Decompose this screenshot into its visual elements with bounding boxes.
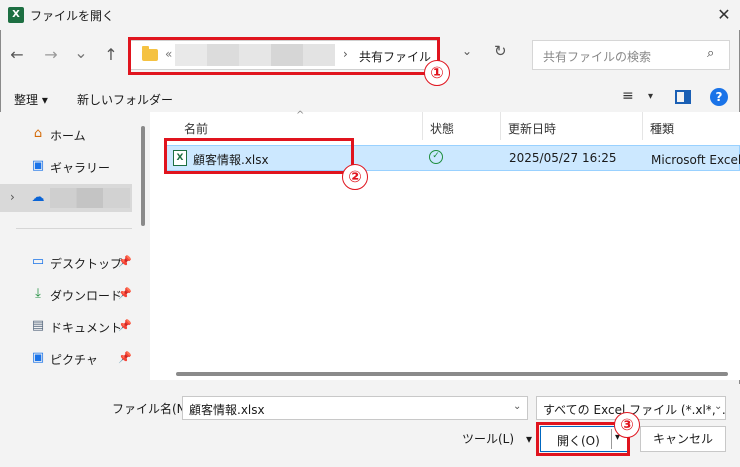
gallery-icon: ▣	[31, 158, 45, 173]
search-placeholder: 共有ファイルの検索	[543, 50, 652, 64]
sidebar-item-documents[interactable]: ▤ ドキュメント 📌	[0, 312, 140, 340]
organize-button[interactable]: 整理 ▾	[14, 91, 48, 108]
onedrive-icon: ☁	[31, 190, 45, 205]
refresh-icon[interactable]: ↻	[494, 42, 507, 60]
redacted-account-name	[50, 188, 130, 208]
sidebar-item-label: ホーム	[50, 129, 86, 143]
column-header-type[interactable]: 種類	[650, 120, 674, 137]
synced-status-icon: ✓	[429, 150, 443, 164]
chevron-down-icon[interactable]: ⌄	[513, 401, 521, 412]
sidebar-item-label: ピクチャ	[50, 353, 98, 367]
pin-icon[interactable]: 📌	[118, 319, 132, 332]
highlight-box-address	[128, 37, 440, 75]
pin-icon[interactable]: 📌	[118, 255, 132, 268]
callout-badge-1: ①	[424, 60, 450, 86]
cancel-button[interactable]: キャンセル	[640, 426, 726, 452]
window-title: ファイルを開く	[30, 9, 115, 23]
help-icon[interactable]: ?	[710, 88, 728, 106]
expand-chevron-icon[interactable]: ›	[10, 190, 15, 204]
file-type: Microsoft Excel ワ	[651, 153, 740, 167]
file-modified-date: 2025/05/27 16:25	[509, 151, 617, 165]
sidebar-scrollbar[interactable]	[139, 112, 147, 380]
up-button[interactable]: ↑	[100, 44, 122, 66]
sidebar-item-label: ダウンロード	[50, 289, 123, 303]
horizontal-scrollbar[interactable]	[150, 368, 728, 380]
search-icon[interactable]: ⌕	[707, 46, 714, 61]
callout-badge-2: ②	[342, 164, 368, 190]
tools-button[interactable]: ツール(L) ▾	[462, 430, 532, 447]
column-header-status[interactable]: 状態	[430, 120, 454, 137]
highlight-box-file	[164, 138, 354, 174]
forward-button[interactable]: →	[40, 44, 62, 66]
column-separator[interactable]	[500, 112, 501, 140]
back-button[interactable]: ←	[6, 44, 28, 66]
filename-value: 顧客情報.xlsx	[189, 403, 265, 417]
sidebar-item-onedrive[interactable]: › ☁	[0, 184, 132, 212]
new-folder-button[interactable]: 新しいフォルダー	[77, 91, 173, 108]
search-input[interactable]: 共有ファイルの検索 ⌕	[532, 40, 730, 70]
column-separator[interactable]	[642, 112, 643, 140]
title-bar: X ファイルを開く ✕	[0, 0, 740, 30]
sidebar-scroll-thumb[interactable]	[141, 126, 145, 226]
download-icon: ⤓	[35, 286, 41, 301]
divider	[16, 228, 132, 229]
sort-ascending-icon: ^	[296, 110, 305, 121]
pin-icon[interactable]: 📌	[118, 351, 132, 364]
sidebar-item-label: ギャラリー	[50, 161, 111, 175]
home-icon: ⌂	[33, 126, 43, 141]
command-bar: 整理 ▾ 新しいフォルダー ≡ ▾ ?	[0, 84, 740, 112]
column-header-name[interactable]: 名前	[184, 120, 208, 137]
recent-locations-button[interactable]: ⌄	[70, 42, 92, 64]
sidebar-item-label: ドキュメント	[50, 321, 123, 335]
address-dropdown-icon[interactable]: ⌄	[462, 44, 472, 58]
excel-app-icon: X	[8, 7, 24, 23]
pictures-icon: ▣	[31, 350, 45, 365]
sidebar-item-gallery[interactable]: ▣ ギャラリー	[0, 152, 140, 180]
sidebar-item-desktop[interactable]: ▭ デスクトップ 📌	[0, 248, 140, 276]
horizontal-scroll-thumb[interactable]	[176, 372, 728, 376]
sidebar-item-label: デスクトップ	[50, 257, 123, 271]
column-header-modified[interactable]: 更新日時	[508, 120, 556, 137]
navigation-pane: ⌂ ホーム ▣ ギャラリー › ☁ ▭ デスクトップ 📌 ⤓ ダウンロード 📌 …	[0, 112, 148, 384]
callout-badge-3: ③	[614, 412, 640, 438]
sidebar-item-home[interactable]: ⌂ ホーム	[0, 120, 140, 148]
view-caret-icon[interactable]: ▾	[648, 91, 653, 102]
view-options-icon[interactable]: ≡	[622, 88, 634, 104]
sidebar-item-downloads[interactable]: ⤓ ダウンロード 📌	[0, 280, 140, 308]
close-button[interactable]: ✕	[712, 3, 736, 27]
preview-pane-icon[interactable]	[675, 90, 691, 104]
desktop-icon: ▭	[31, 254, 45, 269]
documents-icon: ▤	[31, 318, 45, 333]
pin-icon[interactable]: 📌	[118, 287, 132, 300]
column-separator[interactable]	[422, 112, 423, 140]
chevron-down-icon[interactable]: ⌄	[711, 401, 723, 412]
sidebar-item-pictures[interactable]: ▣ ピクチャ 📌	[0, 344, 140, 372]
filename-input[interactable]: 顧客情報.xlsx ⌄	[182, 396, 528, 420]
